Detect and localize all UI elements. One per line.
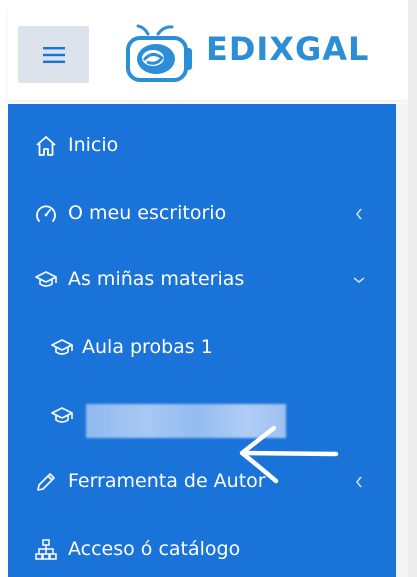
sitemap-icon [35, 539, 57, 560]
content-area-edge [396, 104, 408, 577]
graduation-cap-icon [35, 271, 57, 287]
speedometer-icon [36, 205, 56, 222]
chevron-left-icon[interactable] [352, 202, 366, 226]
sidebar: Inicio O meu escritorio As miñas materia… [8, 104, 396, 577]
brand-name: EDIXGAL [206, 30, 370, 68]
pencil-icon [37, 473, 55, 491]
edixgal-logo-icon[interactable] [122, 24, 194, 84]
chevron-down-icon[interactable] [352, 268, 366, 292]
sidebar-item-escritorio[interactable]: O meu escritorio [8, 192, 396, 236]
sidebar-item-label: O meu escritorio [68, 202, 227, 224]
chevron-left-icon[interactable] [352, 470, 366, 494]
graduation-cap-icon [51, 407, 73, 423]
top-header: EDIXGAL [8, 8, 408, 100]
annotation-arrow-icon [239, 425, 339, 484]
sidebar-item-label: As miñas materias [68, 268, 245, 290]
sidebar-item-inicio[interactable]: Inicio [8, 124, 396, 168]
sidebar-item-catalogo[interactable]: Acceso ó catálogo [8, 528, 396, 572]
app-frame: EDIXGAL Inicio O meu escritorio As miñas… [0, 0, 408, 577]
home-icon [36, 136, 56, 156]
sidebar-subitem-aula-probas-1[interactable]: Aula probas 1 [8, 326, 396, 370]
sidebar-item-materias[interactable]: As miñas materias [8, 258, 396, 302]
sidebar-item-label: Acceso ó catálogo [68, 538, 241, 560]
menu-toggle-button[interactable] [18, 26, 89, 83]
sidebar-item-label: Aula probas 1 [82, 336, 213, 358]
hamburger-icon [42, 46, 65, 63]
sidebar-item-label: Inicio [68, 134, 119, 156]
graduation-cap-icon [51, 339, 73, 355]
